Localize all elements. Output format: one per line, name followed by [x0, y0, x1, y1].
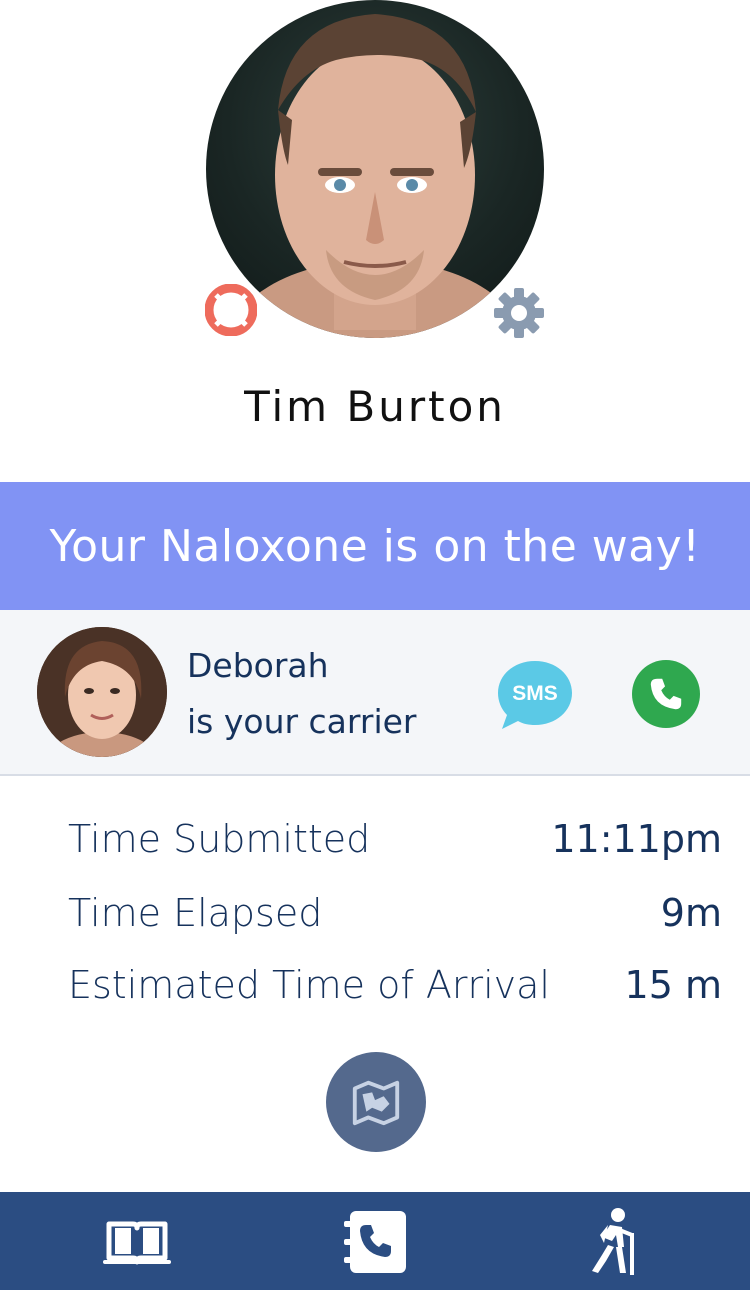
sms-button[interactable]: SMS [494, 657, 576, 733]
delivery-details: Time Submitted 11:11pm Time Elapsed 9m E… [0, 777, 750, 1192]
detail-label: Time Elapsed [68, 891, 323, 935]
detail-row-time-elapsed: Time Elapsed 9m [68, 891, 722, 941]
detail-value: 9m [660, 891, 722, 935]
carrier-photo [37, 627, 167, 757]
call-button[interactable] [632, 660, 700, 728]
carrier-avatar[interactable] [37, 627, 167, 757]
phone-icon [650, 678, 682, 710]
status-banner: Your Naloxone is on the way! [0, 482, 750, 610]
tab-resources[interactable] [97, 1206, 177, 1278]
map-icon [352, 1080, 400, 1126]
carrier-name: Deborah [187, 646, 329, 685]
lifebuoy-icon[interactable] [205, 284, 257, 336]
contacts-phone-icon [344, 1211, 406, 1273]
bottom-tab-bar [0, 1192, 750, 1290]
map-button[interactable] [326, 1052, 426, 1152]
detail-row-eta: Estimated Time of Arrival 15 m [68, 963, 722, 1013]
detail-value: 15 m [624, 963, 722, 1007]
tab-activity[interactable] [573, 1206, 653, 1278]
carrier-role: is your carrier [187, 702, 417, 741]
profile-name: Tim Burton [244, 382, 506, 431]
gear-icon[interactable] [492, 286, 546, 340]
tab-contacts[interactable] [335, 1206, 415, 1278]
detail-value: 11:11pm [551, 817, 722, 861]
profile-header: Tim Burton [0, 0, 750, 482]
detail-label: Time Submitted [68, 817, 371, 861]
banner-message: Your Naloxone is on the way! [49, 520, 701, 572]
carrier-card: Deborah is your carrier SMS [0, 610, 750, 776]
detail-row-time-submitted: Time Submitted 11:11pm [68, 817, 722, 867]
detail-label: Estimated Time of Arrival [68, 963, 550, 1007]
hiker-icon [592, 1208, 634, 1275]
sms-label: SMS [512, 682, 558, 705]
book-icon [103, 1221, 171, 1265]
